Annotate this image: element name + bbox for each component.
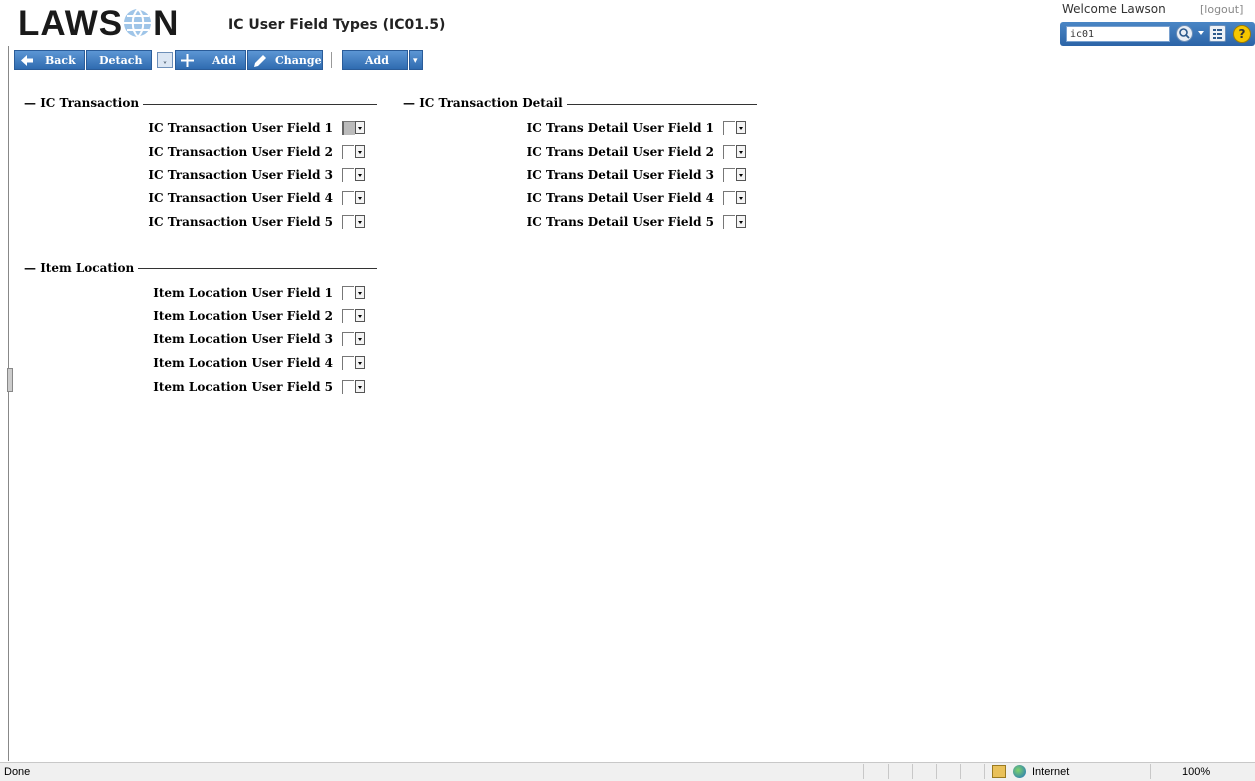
add-action-dropdown[interactable]: ▾ (409, 50, 423, 70)
ic-transaction-user-field-2-select[interactable] (342, 144, 366, 160)
item-location-user-field-3-select[interactable] (342, 331, 366, 347)
field-label: Item Location User Field 5 (153, 380, 333, 394)
ic-trans-detail-user-field-3-select[interactable] (723, 167, 747, 183)
globe-logo-icon (124, 8, 154, 38)
ic-trans-detail-user-field-2-select[interactable] (723, 144, 747, 160)
security-zone-label[interactable]: Internet (1032, 766, 1069, 778)
search-button[interactable] (1176, 25, 1193, 42)
ic-transaction-user-field-4-select[interactable] (342, 190, 366, 206)
field-label: IC Trans Detail User Field 1 (526, 121, 714, 135)
dropdown-arrow-icon[interactable] (355, 356, 365, 369)
dropdown-arrow-icon[interactable] (355, 191, 365, 204)
logout-link[interactable]: [logout] (1200, 3, 1243, 16)
toolbar-separator (331, 52, 332, 68)
ic-transaction-user-field-1-select[interactable] (342, 120, 366, 136)
panel-splitter[interactable] (8, 46, 9, 761)
search-bar: ? (1060, 22, 1255, 46)
field-label: Item Location User Field 1 (153, 286, 333, 300)
field-label: IC Transaction User Field 4 (148, 191, 333, 205)
back-button[interactable]: Back (14, 50, 85, 70)
ic-trans-detail-user-field-4-select[interactable] (723, 190, 747, 206)
field-label: Item Location User Field 3 (153, 332, 333, 346)
status-divider (912, 764, 913, 779)
status-text: Done (4, 766, 31, 778)
status-divider (888, 764, 889, 779)
item-location-user-field-2-select[interactable] (342, 308, 366, 324)
ic-transaction-user-field-3-select[interactable] (342, 167, 366, 183)
field-label: IC Transaction User Field 1 (148, 121, 333, 135)
status-divider (1150, 764, 1151, 779)
dropdown-arrow-icon[interactable] (355, 215, 365, 228)
ic-trans-detail-user-field-5-select[interactable] (723, 214, 747, 230)
pencil-icon (254, 55, 266, 67)
dropdown-arrow-icon[interactable] (355, 332, 365, 345)
add-action-button[interactable]: Add (342, 50, 408, 70)
protected-mode-icon[interactable] (992, 765, 1006, 778)
item-location-user-field-5-select[interactable] (342, 379, 366, 395)
field-label: IC Trans Detail User Field 4 (526, 191, 714, 205)
zoom-level[interactable]: 100% (1182, 766, 1210, 778)
detach-button[interactable]: Detach (86, 50, 152, 70)
help-button[interactable]: ? (1233, 25, 1251, 43)
dropdown-arrow-icon[interactable] (355, 380, 365, 393)
group-title-ic-transaction-detail: — IC Transaction Detail (403, 96, 567, 110)
dropdown-arrow-icon[interactable] (736, 121, 746, 134)
dropdown-arrow-icon[interactable] (355, 168, 365, 181)
search-input[interactable] (1066, 26, 1170, 42)
status-divider (863, 764, 864, 779)
change-button[interactable]: Change (247, 50, 323, 70)
internet-zone-icon (1013, 765, 1026, 778)
search-icon (1179, 28, 1190, 39)
ic-transaction-user-field-5-select[interactable] (342, 214, 366, 230)
group-title-item-location: — Item Location (24, 261, 139, 275)
field-label: IC Transaction User Field 5 (148, 215, 333, 229)
field-label: IC Transaction User Field 3 (148, 168, 333, 182)
lawson-logo: LAWS N (18, 4, 180, 43)
dropdown-arrow-icon[interactable] (736, 145, 746, 158)
field-label: IC Trans Detail User Field 5 (526, 215, 714, 229)
dropdown-arrow-icon[interactable] (355, 309, 365, 322)
dropdown-arrow-icon[interactable] (355, 121, 365, 134)
dropdown-arrow-icon[interactable] (736, 168, 746, 181)
collapse-button[interactable]: ˬ (157, 52, 173, 68)
status-bar: Done Internet 100% (0, 762, 1255, 781)
add-button[interactable]: Add (175, 50, 246, 70)
dropdown-arrow-icon[interactable] (736, 215, 746, 228)
dropdown-arrow-icon[interactable] (355, 145, 365, 158)
plus-icon (181, 54, 194, 67)
list-icon (1213, 29, 1222, 39)
page-title: IC User Field Types (IC01.5) (228, 17, 446, 33)
field-label: IC Trans Detail User Field 2 (526, 145, 714, 159)
field-label: IC Transaction User Field 2 (148, 145, 333, 159)
help-icon: ? (1238, 27, 1246, 41)
collapse-icon: ˬ (162, 54, 168, 64)
item-location-user-field-4-select[interactable] (342, 355, 366, 371)
back-arrow-icon (21, 55, 33, 66)
group-title-ic-transaction: — IC Transaction (24, 96, 144, 110)
field-label: Item Location User Field 4 (153, 356, 333, 370)
chevron-down-icon: ▾ (413, 56, 418, 66)
field-label: IC Trans Detail User Field 3 (526, 168, 714, 182)
status-divider (936, 764, 937, 779)
search-options-arrow-icon[interactable] (1198, 31, 1204, 35)
ic-trans-detail-user-field-1-select[interactable] (723, 120, 747, 136)
welcome-text: Welcome Lawson (1062, 2, 1166, 16)
status-divider (984, 764, 985, 779)
splitter-handle[interactable] (7, 368, 13, 392)
bookmarks-button[interactable] (1209, 25, 1226, 42)
field-label: Item Location User Field 2 (153, 309, 333, 323)
dropdown-arrow-icon[interactable] (355, 286, 365, 299)
status-divider (960, 764, 961, 779)
item-location-user-field-1-select[interactable] (342, 285, 366, 301)
dropdown-arrow-icon[interactable] (736, 191, 746, 204)
